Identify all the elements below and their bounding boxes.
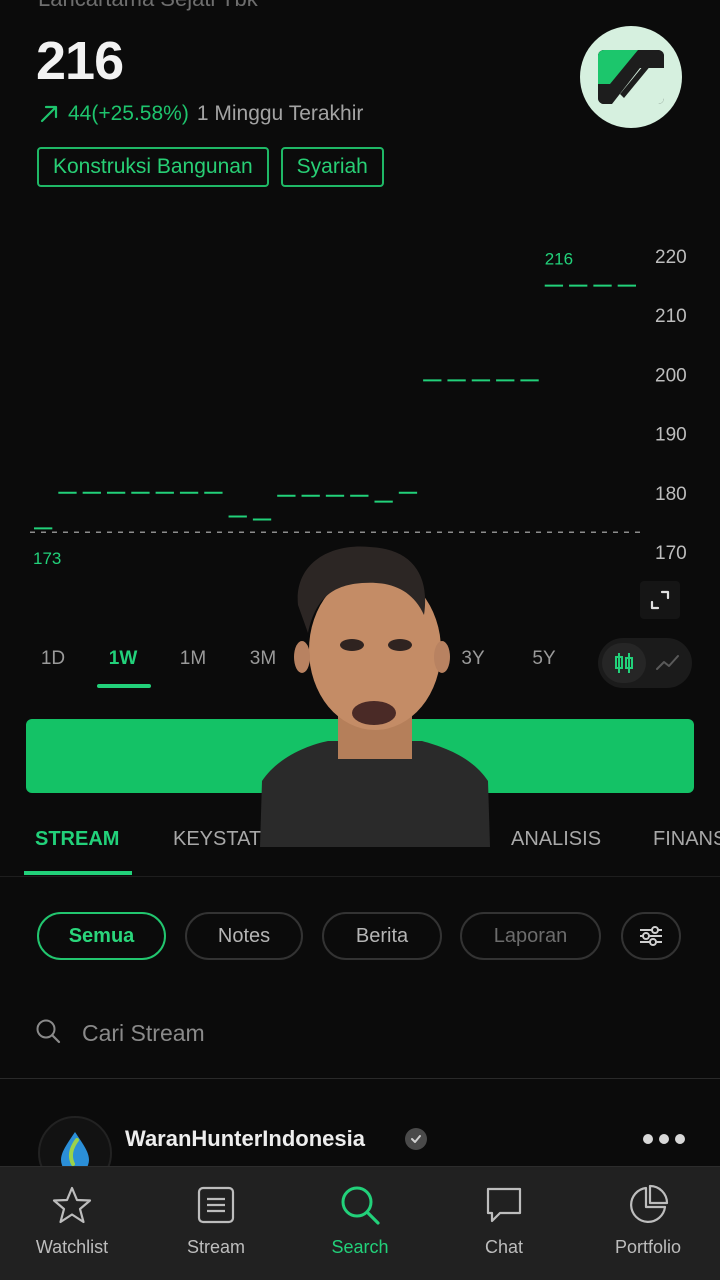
line-chart-icon (656, 655, 679, 670)
y-tick-label: 210 (655, 306, 687, 327)
y-tick-label: 170 (655, 543, 687, 564)
range-tab-5y[interactable]: 5Y (532, 648, 555, 670)
reference-line-label: 173 (33, 549, 61, 568)
nav-label-chat: Chat (484, 1237, 524, 1257)
stream-search-bar (0, 1000, 720, 1079)
pie-chart-icon (626, 1183, 670, 1227)
stream-icon (194, 1183, 238, 1227)
company-logo-mark (598, 50, 664, 104)
range-tab-1m[interactable]: 1M (180, 648, 206, 670)
stream-filter-row: Semua Notes Berita Laporan (0, 912, 720, 966)
verified-badge-icon (405, 1128, 427, 1150)
price-change-value: 44(+25.58%) (68, 102, 189, 125)
nav-label-search: Search (331, 1237, 389, 1257)
tab-stream[interactable]: STREAM (35, 828, 119, 851)
price-change-period: 1 Minggu Terakhir (196, 102, 364, 125)
star-icon (50, 1183, 94, 1227)
filter-chip-berita[interactable]: Berita (322, 912, 442, 960)
search-icon (338, 1183, 382, 1227)
nav-watchlist[interactable]: Watchlist (0, 1167, 144, 1280)
search-icon (34, 1017, 62, 1050)
range-tab-1w[interactable]: 1W (109, 648, 138, 670)
candlestick-icon (615, 653, 633, 673)
filter-chip-notes[interactable]: Notes (185, 912, 303, 960)
logo-shape-icon (598, 50, 664, 104)
stock-price: 216 (36, 31, 124, 91)
tab-finansial[interactable]: FINANSIAL (653, 828, 720, 851)
presenter-video-overlay (258, 545, 492, 847)
tag-syariah[interactable]: Syariah (280, 147, 384, 187)
candlestick-toggle[interactable] (602, 643, 646, 683)
nav-label-stream: Stream (186, 1237, 246, 1257)
expand-chart-button[interactable] (640, 581, 680, 619)
stock-tags: Konstruksi Bangunan Syariah (37, 147, 384, 187)
nav-label-portfolio: Portfolio (614, 1237, 682, 1257)
y-tick-label: 190 (655, 425, 687, 446)
y-tick-label: 200 (655, 365, 687, 386)
stock-detail-screen: Lancartama Sejati Tbk 216 44(+25.58%) 1 … (0, 0, 720, 1280)
filter-chip-laporan[interactable]: Laporan (460, 912, 601, 960)
line-chart-toggle[interactable] (648, 643, 688, 683)
expand-icon (650, 590, 670, 610)
company-name: Lancartama Sejati Tbk (38, 0, 258, 12)
filter-settings-button[interactable] (621, 912, 681, 960)
chat-icon (482, 1183, 526, 1227)
last-value-label: 216 (545, 250, 573, 269)
tag-sector[interactable]: Konstruksi Bangunan (37, 147, 269, 187)
more-options-icon[interactable] (640, 1132, 688, 1146)
range-active-indicator (97, 684, 151, 688)
bottom-navigation: Watchlist Stream Search Chat Portfolio (0, 1166, 720, 1280)
stream-search-input[interactable] (80, 1012, 644, 1054)
nav-chat[interactable]: Chat (432, 1167, 576, 1280)
price-change-row: 44(+25.58%) 1 Minggu Terakhir (38, 102, 363, 126)
section-active-indicator (24, 871, 132, 875)
tab-analisis[interactable]: ANALISIS (511, 828, 601, 851)
range-tab-1d[interactable]: 1D (41, 648, 65, 670)
post-username[interactable]: WaranHunterIndonesia (125, 1126, 365, 1152)
arrow-up-right-icon (40, 105, 58, 123)
y-tick-label: 180 (655, 484, 687, 505)
company-logo (580, 26, 682, 128)
nav-portfolio[interactable]: Portfolio (576, 1167, 720, 1280)
y-tick-label: 220 (655, 247, 687, 268)
sliders-icon (640, 926, 662, 946)
stream-post-header: WaranHunterIndonesia (0, 1110, 720, 1190)
nav-stream[interactable]: Stream (144, 1167, 288, 1280)
filter-chip-semua[interactable]: Semua (37, 912, 166, 960)
nav-search[interactable]: Search (288, 1167, 432, 1280)
nav-label-watchlist: Watchlist (35, 1237, 109, 1257)
